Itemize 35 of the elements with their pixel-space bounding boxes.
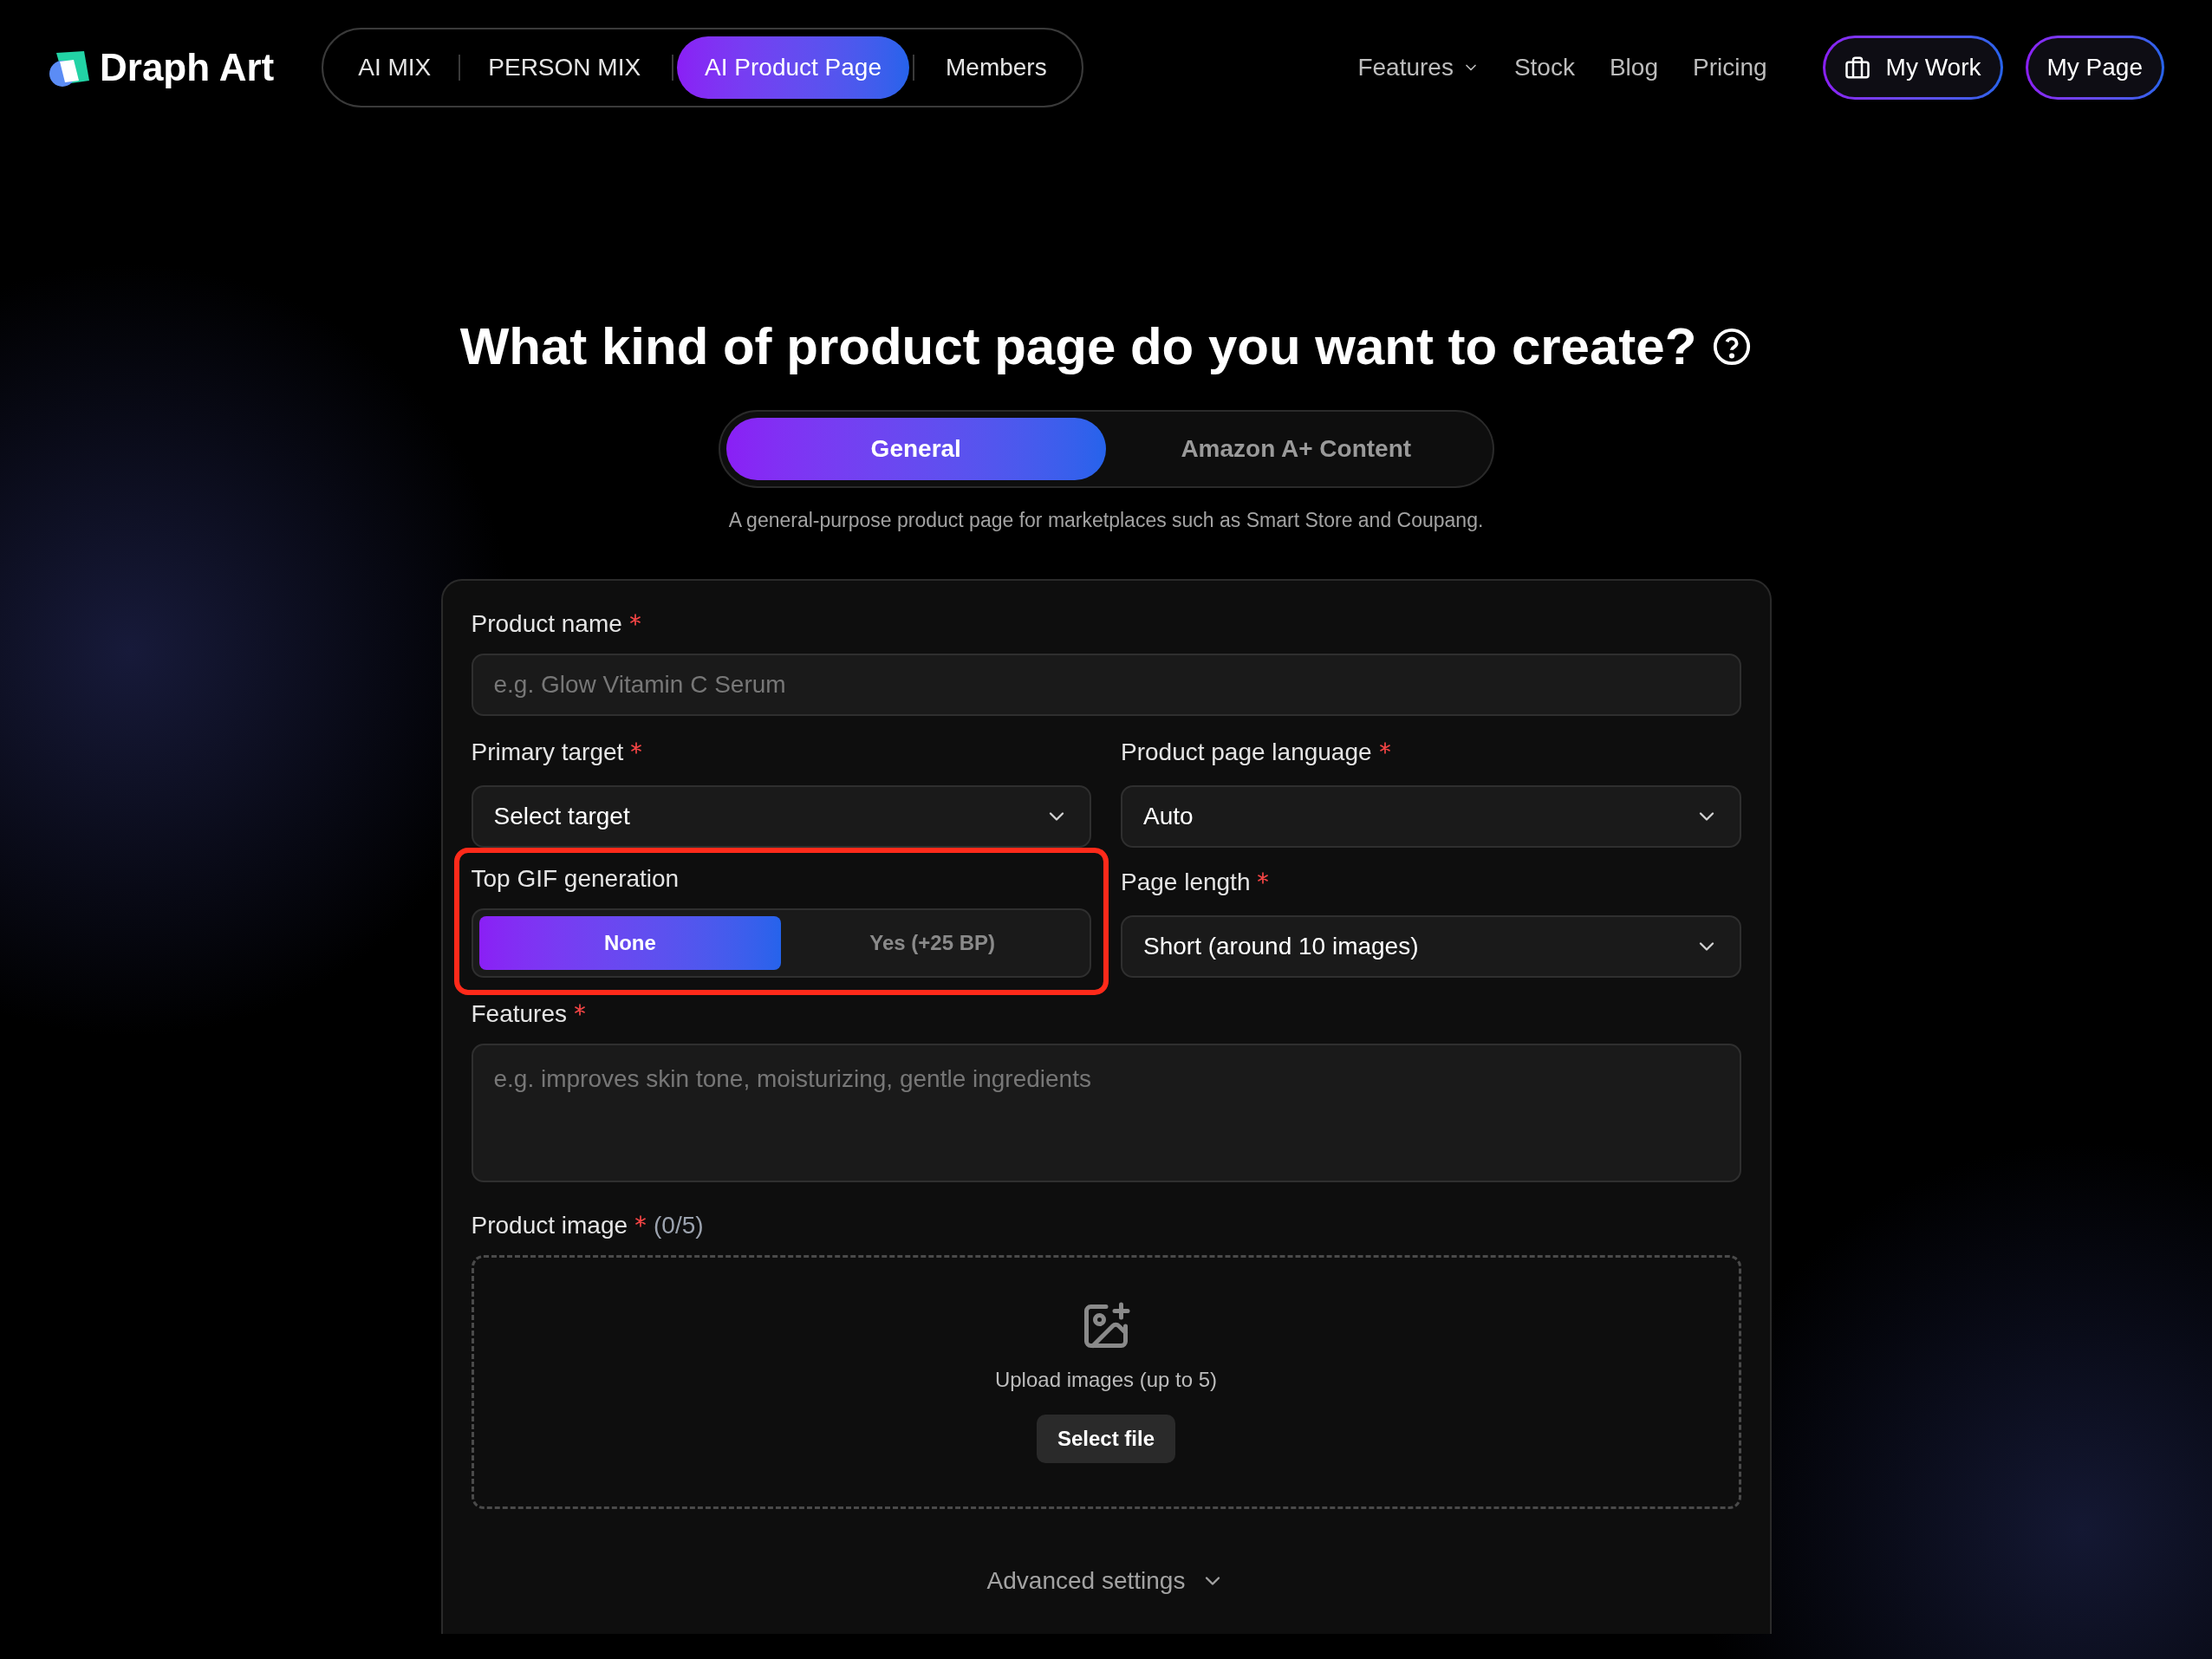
nav-tab[interactable]: PERSON MIX <box>460 36 669 99</box>
nav-tab[interactable]: AI Product Page <box>677 36 909 99</box>
field-label: Top GIF generation <box>471 863 680 894</box>
gif-option[interactable]: None <box>478 915 782 970</box>
field-label: Page length <box>1121 867 1251 897</box>
field-label: Product page language <box>1121 737 1372 767</box>
nav-tab[interactable]: Members <box>918 36 1075 99</box>
field-label: Product name <box>471 608 622 639</box>
help-icon[interactable] <box>1712 327 1753 367</box>
upload-hint: Upload images (up to 5) <box>994 1367 1218 1393</box>
nav-link[interactable]: Stock <box>1513 49 1575 86</box>
select-field[interactable]: Select target <box>471 784 1091 848</box>
nav-link[interactable]: Features <box>1357 49 1480 86</box>
field-label: Features <box>471 999 567 1029</box>
gif-option[interactable]: Yes (+25 BP) <box>781 915 1083 970</box>
nav-tab[interactable]: AI MIX <box>330 36 459 99</box>
advanced-settings-toggle[interactable]: Advanced settings <box>986 1562 1226 1599</box>
nav-link[interactable]: Blog <box>1609 49 1658 86</box>
select-file-button[interactable]: Select file <box>1036 1415 1176 1463</box>
type-tab[interactable]: General <box>725 418 1106 480</box>
image-count: (0/5) <box>654 1210 704 1240</box>
field-label: Primary target <box>471 737 624 767</box>
field-label: Product image <box>471 1210 628 1240</box>
my-work-button[interactable]: My Work <box>1825 37 2001 97</box>
select-field[interactable]: Short (around 10 images) <box>1121 914 1741 978</box>
type-tab[interactable]: Amazon A+ Content <box>1106 418 1487 480</box>
features-field[interactable]: e.g. improves skin tone, moisturizing, gentle ingredients <box>471 1043 1741 1182</box>
product-name-field[interactable]: e.g. Glow Vitamin C Serum <box>471 653 1741 716</box>
my-page-button[interactable]: My Page <box>2027 37 2162 97</box>
nav-link[interactable]: Pricing <box>1693 49 1767 86</box>
logo-text[interactable]: Draph Art <box>100 38 275 96</box>
type-description: A general-purpose product page for marketplaces such as Smart Store and Coupang. <box>728 508 1484 533</box>
page-title: What kind of product page do you want to create? <box>459 316 1697 377</box>
select-field[interactable]: Auto <box>1121 784 1741 848</box>
upload-dropzone[interactable]: Upload images (up to 5) Select file <box>471 1254 1741 1509</box>
